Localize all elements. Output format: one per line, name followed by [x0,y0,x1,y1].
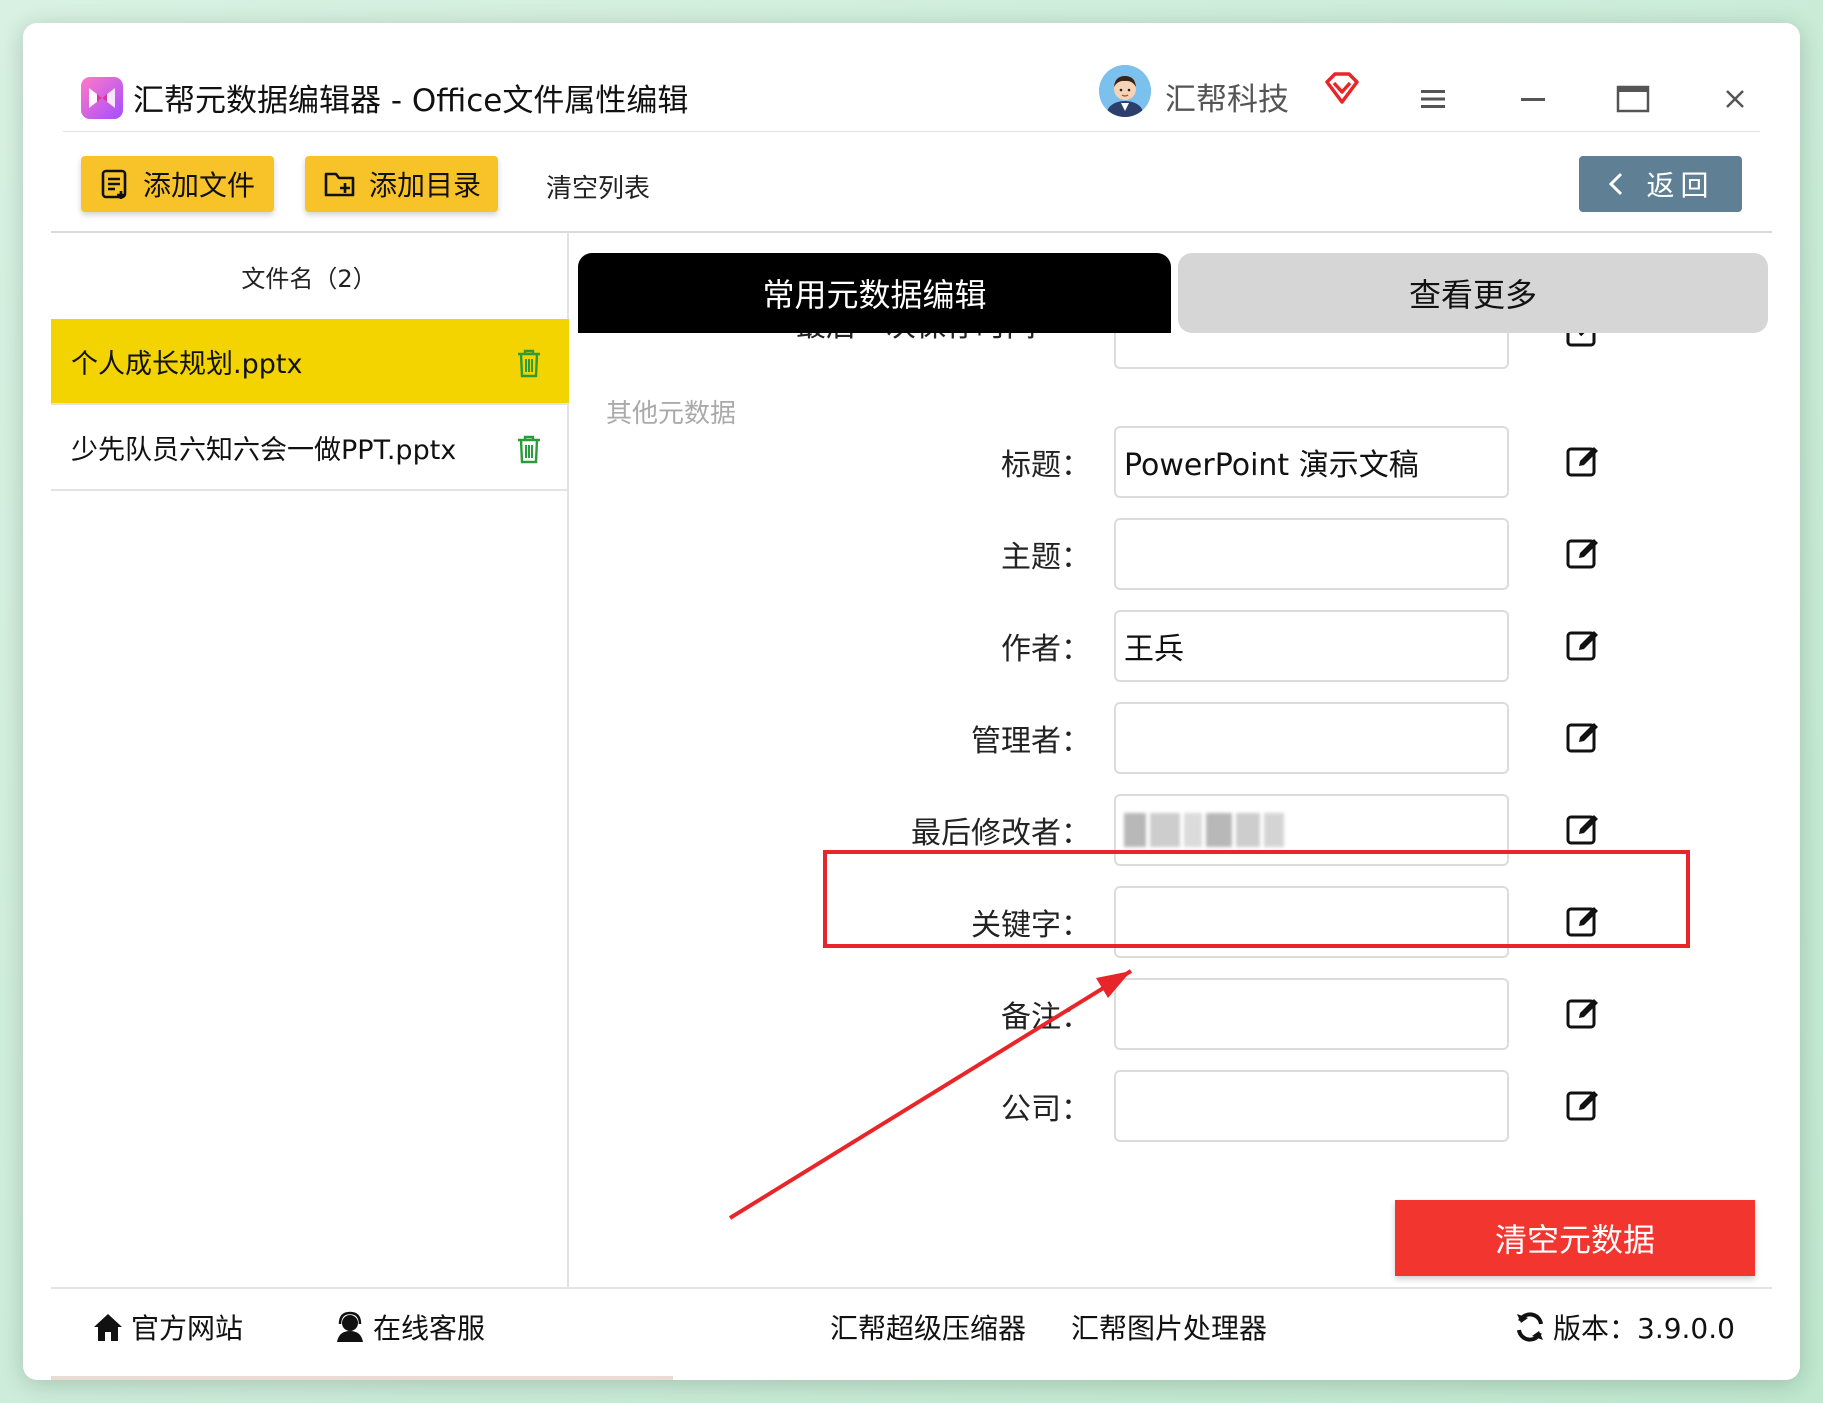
add-file-label: 添加文件 [143,169,256,202]
field-label-author: 作者： [1001,632,1091,667]
add-directory-button[interactable]: 添加目录 [305,156,498,212]
version-label: 版本：3.9.0.0 [1553,1312,1735,1345]
avatar[interactable] [1099,65,1151,117]
edit-icon[interactable] [1563,1085,1603,1129]
tab-view-more[interactable]: 查看更多 [1178,253,1768,333]
annotation-highlight-box [823,850,1690,948]
website-link[interactable]: 官方网站 [91,1299,243,1355]
horizontal-scrollbar[interactable] [51,1376,673,1380]
file-list-header: 文件名（2） [241,264,377,293]
headset-user-icon [337,1311,363,1342]
edit-icon[interactable] [1563,333,1603,355]
menu-icon[interactable] [1415,81,1451,117]
edit-icon[interactable] [1563,625,1603,669]
footer-divider [51,1287,1772,1289]
file-name: 少先队员六知六会一做PPT.pptx [71,434,457,466]
maximize-icon[interactable] [1615,81,1651,117]
clear-metadata-button[interactable]: 清空元数据 [1395,1200,1755,1276]
file-list-panel: 文件名（2） 个人成长规划.pptx 少先队员六知六会一做PPT.pptx [51,233,569,1287]
file-list-item[interactable]: 少先队员六知六会一做PPT.pptx [51,405,569,491]
metadata-input[interactable] [1114,333,1509,369]
app-window: 汇帮元数据编辑器 - Office文件属性编辑 汇帮科技 添加文件 添加目录 清… [23,23,1800,1380]
title-divider [63,131,1760,132]
support-link[interactable]: 在线客服 [333,1299,485,1355]
file-list-item[interactable]: 个人成长规划.pptx [51,319,569,405]
compressor-link[interactable]: 汇帮超级压缩器 [830,1299,1026,1355]
home-icon [94,1314,122,1341]
metadata-scroll-area[interactable]: 最后一次保存时间 其他元数据 标题： PowerPoint 演示文稿 主题： 作… [571,333,1771,1287]
add-directory-label: 添加目录 [369,169,482,202]
edit-icon[interactable] [1563,441,1603,485]
website-label: 官方网站 [131,1312,244,1345]
field-label-comments: 备注： [1001,1000,1091,1035]
file-name: 个人成长规划.pptx [71,348,303,380]
folder-add-icon [324,172,355,197]
username[interactable]: 汇帮科技 [1165,74,1289,119]
field-label-manager: 管理者： [971,724,1091,759]
edit-icon[interactable] [1563,809,1603,853]
edit-icon[interactable] [1563,993,1603,1037]
trash-icon[interactable] [515,347,543,386]
field-label-company: 公司： [1001,1092,1091,1127]
chevron-left-icon [1609,172,1623,196]
refresh-icon [1517,1312,1543,1342]
file-list-icon [101,169,127,199]
support-label: 在线客服 [373,1312,486,1345]
comments-input[interactable] [1114,978,1509,1050]
manager-input[interactable] [1114,702,1509,774]
trash-icon[interactable] [515,433,543,472]
version-info[interactable]: 版本：3.9.0.0 [1513,1299,1735,1355]
author-input[interactable]: 王兵 [1114,610,1509,682]
redacted-value [1124,813,1284,847]
field-label-title: 标题： [1001,448,1091,483]
field-label-subject: 主题： [1001,540,1091,575]
back-label: 返回 [1646,169,1715,202]
edit-icon[interactable] [1563,533,1603,577]
add-file-button[interactable]: 添加文件 [81,156,274,212]
company-input[interactable] [1114,1070,1509,1142]
close-icon[interactable] [1717,81,1753,117]
clear-list-button[interactable]: 清空列表 [546,168,650,205]
app-logo-icon [81,77,123,119]
vip-diamond-icon[interactable] [1323,70,1361,112]
tab-common-metadata[interactable]: 常用元数据编辑 [578,253,1171,333]
subject-input[interactable] [1114,518,1509,590]
back-button[interactable]: 返回 [1579,156,1742,212]
edit-icon[interactable] [1563,717,1603,761]
section-label: 其他元数据 [606,399,737,429]
minimize-icon[interactable] [1515,81,1551,117]
field-label-last-modified-by: 最后修改者： [911,816,1091,851]
title-bar: 汇帮元数据编辑器 - Office文件属性编辑 汇帮科技 [23,23,1800,133]
field-label: 最后一次保存时间 [796,333,1036,345]
title-input[interactable]: PowerPoint 演示文稿 [1114,426,1509,498]
app-title: 汇帮元数据编辑器 - Office文件属性编辑 [133,83,689,119]
image-processor-link[interactable]: 汇帮图片处理器 [1071,1299,1267,1355]
